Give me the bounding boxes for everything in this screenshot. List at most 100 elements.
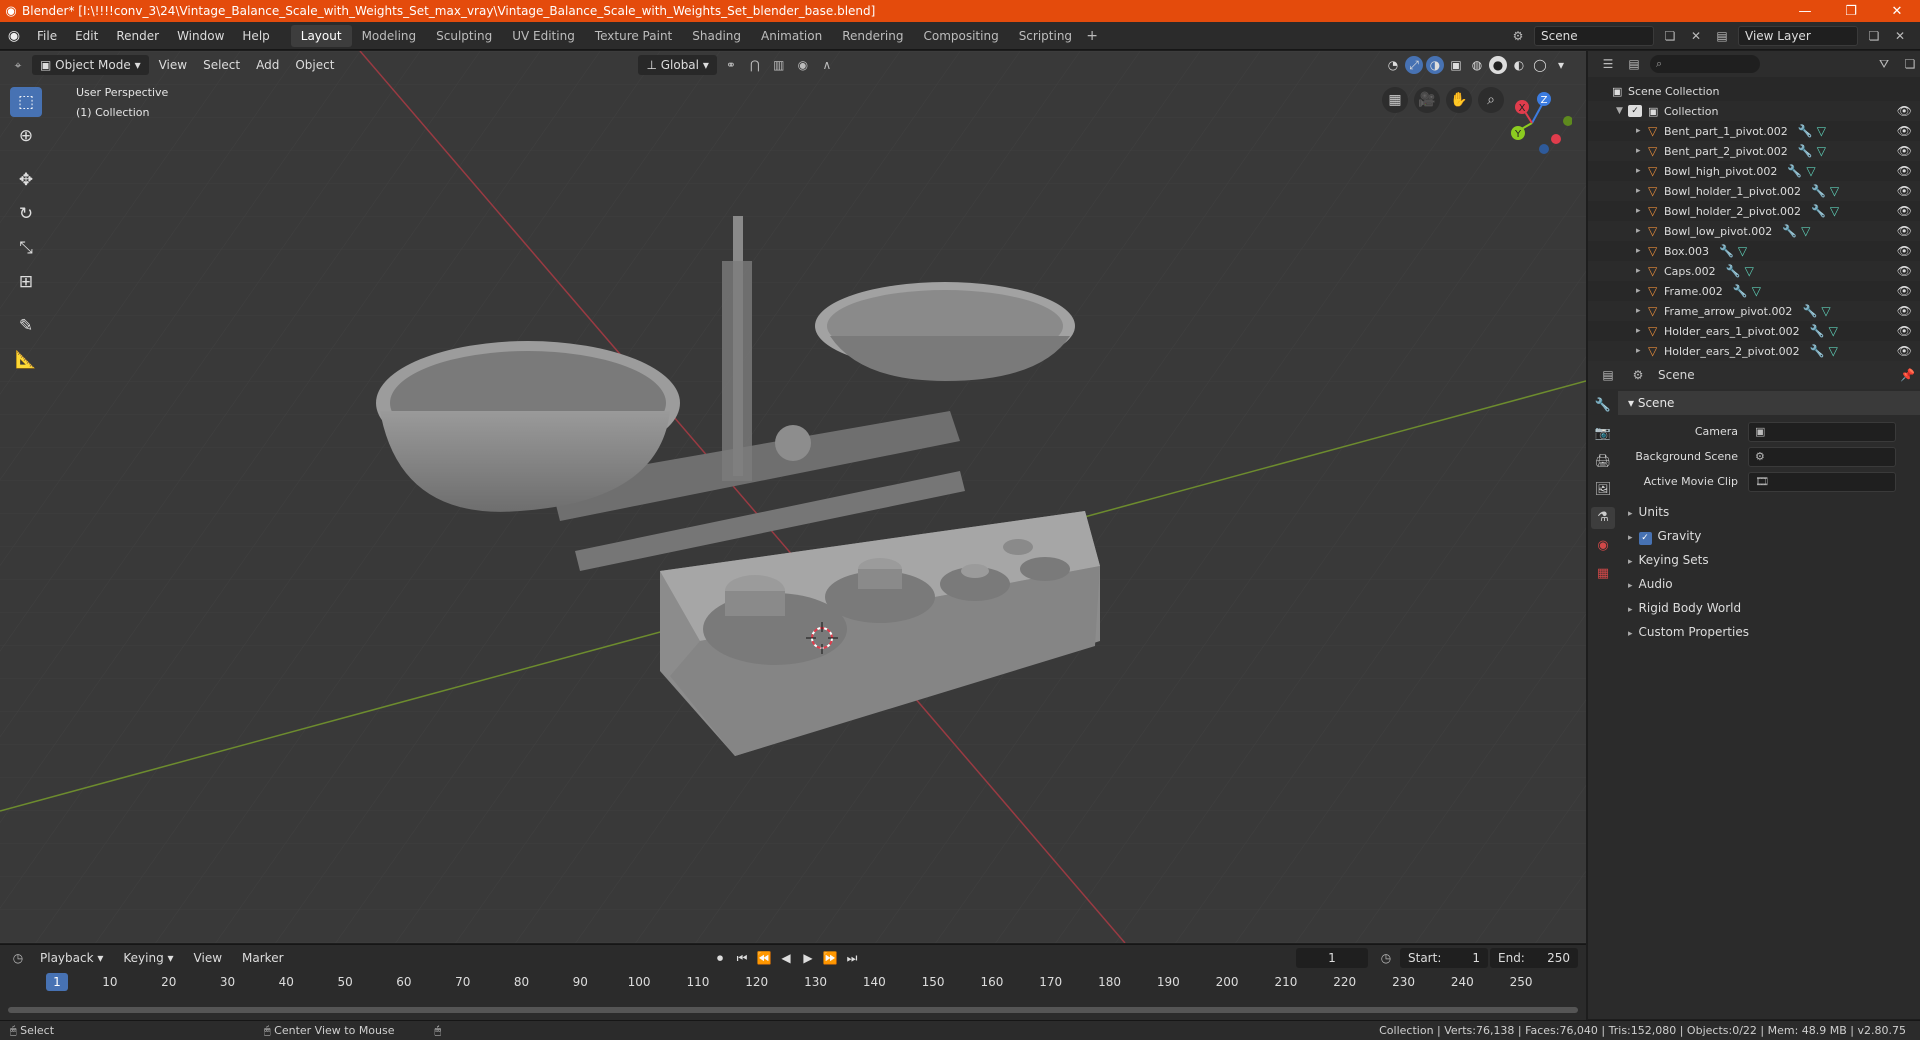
expand-arrow-icon[interactable]: ▸ bbox=[1636, 346, 1648, 356]
start-frame-field[interactable]: Start: 1 bbox=[1400, 948, 1488, 968]
pan-icon[interactable]: ✋ bbox=[1446, 87, 1472, 113]
timeline-ruler[interactable]: 10 20 30 40 50 60 70 80 90 100 110 120 130 140 150 160 1… bbox=[0, 973, 1586, 993]
solid-shading-icon[interactable]: ● bbox=[1489, 56, 1507, 74]
outliner-object-row[interactable]: ▸ ▽ Holder_ears_1_pivot.002 🔧 ▽ 👁 bbox=[1588, 321, 1920, 341]
outliner-object-row[interactable]: ▸ ▽ Caps.002 🔧 ▽ 👁 bbox=[1588, 261, 1920, 281]
visibility-eye-icon[interactable]: 👁 bbox=[1897, 264, 1912, 278]
active-movie-clip-field[interactable]: 🎞 bbox=[1748, 471, 1896, 492]
world-tab-icon[interactable]: ◉ bbox=[1591, 535, 1615, 557]
falloff-icon[interactable]: ∧ bbox=[817, 55, 837, 75]
visibility-eye-icon[interactable]: 👁 bbox=[1897, 104, 1912, 118]
current-frame-field[interactable]: 1 bbox=[1296, 948, 1368, 968]
play-reverse-icon[interactable]: ◀ bbox=[776, 948, 796, 968]
xray-icon[interactable]: ▣ bbox=[1447, 56, 1465, 74]
navigation-gizmo[interactable]: Z Y X bbox=[1492, 81, 1572, 161]
proportional-edit-icon[interactable]: ◉ bbox=[793, 55, 813, 75]
visibility-eye-icon[interactable]: 👁 bbox=[1897, 304, 1912, 318]
gizmo-toggle-icon[interactable]: ⤢ bbox=[1405, 56, 1423, 74]
menu-timeline-view[interactable]: View bbox=[186, 948, 230, 968]
play-icon[interactable]: ▶ bbox=[798, 948, 818, 968]
menu-add[interactable]: Add bbox=[250, 55, 285, 75]
timeline-editor[interactable]: ◷ Playback ▾ Keying ▾ View Marker ⏺ ⏮ ⏪ … bbox=[0, 944, 1586, 1020]
properties-editor-icon[interactable]: ▤ bbox=[1598, 365, 1618, 385]
view-layer-icon[interactable]: ▤ bbox=[1712, 26, 1732, 46]
outliner-object-row[interactable]: ▸ ▽ Bent_part_2_pivot.002 🔧 ▽ 👁 bbox=[1588, 141, 1920, 161]
scene-tab-icon[interactable]: ⚗ bbox=[1591, 507, 1615, 529]
camera-field[interactable]: ▣ bbox=[1748, 421, 1896, 442]
visibility-eye-icon[interactable]: 👁 bbox=[1897, 344, 1912, 358]
snap-icon[interactable]: ⋂ bbox=[745, 55, 765, 75]
expand-arrow-icon[interactable]: ▸ bbox=[1636, 126, 1648, 136]
tab-shading[interactable]: Shading bbox=[682, 25, 751, 47]
blender-menu-icon[interactable]: ◉ bbox=[0, 28, 28, 44]
outliner-search-input[interactable]: ⌕ bbox=[1650, 55, 1760, 73]
scale-tool-icon[interactable]: ⤡ bbox=[10, 233, 42, 263]
measure-tool-icon[interactable]: 📐 bbox=[10, 345, 42, 375]
material-shading-icon[interactable]: ◐ bbox=[1510, 56, 1528, 74]
visibility-eye-icon[interactable]: 👁 bbox=[1897, 244, 1912, 258]
preview-range-icon[interactable]: ◷ bbox=[1376, 948, 1396, 968]
menu-edit[interactable]: Edit bbox=[66, 25, 107, 47]
overlay-toggle-icon[interactable]: ◑ bbox=[1426, 56, 1444, 74]
prev-keyframe-icon[interactable]: ⏪ bbox=[754, 948, 774, 968]
tab-texture-paint[interactable]: Texture Paint bbox=[585, 25, 682, 47]
keying-sets-panel[interactable]: ▸ Keying Sets bbox=[1618, 548, 1920, 572]
delete-view-layer-icon[interactable]: ✕ bbox=[1890, 26, 1910, 46]
tab-uv-editing[interactable]: UV Editing bbox=[502, 25, 585, 47]
expand-arrow-icon[interactable]: ▸ bbox=[1636, 246, 1648, 256]
3d-viewport[interactable]: ⌖ ▣ Object Mode ▾ View Select Add Object… bbox=[0, 51, 1586, 943]
end-frame-field[interactable]: End: 250 bbox=[1490, 948, 1578, 968]
current-frame-marker[interactable]: 1 bbox=[46, 973, 68, 991]
menu-view[interactable]: View bbox=[153, 55, 193, 75]
visibility-eye-icon[interactable]: 👁 bbox=[1897, 284, 1912, 298]
texture-tab-icon[interactable]: ▦ bbox=[1591, 563, 1615, 585]
maximize-button[interactable]: ❐ bbox=[1828, 4, 1874, 19]
jump-start-icon[interactable]: ⏮ bbox=[732, 948, 752, 968]
background-scene-field[interactable]: ⚙ bbox=[1748, 446, 1896, 467]
scene-icon[interactable]: ⚙ bbox=[1508, 26, 1528, 46]
gravity-panel[interactable]: ▸ ✓ Gravity bbox=[1618, 524, 1920, 548]
new-view-layer-icon[interactable]: ❏ bbox=[1864, 26, 1884, 46]
tab-modeling[interactable]: Modeling bbox=[352, 25, 427, 47]
view-layer-tab-icon[interactable]: 🖼 bbox=[1591, 479, 1615, 501]
menu-keying[interactable]: Keying ▾ bbox=[115, 948, 181, 968]
menu-render[interactable]: Render bbox=[107, 25, 168, 47]
visibility-eye-icon[interactable]: 👁 bbox=[1897, 164, 1912, 178]
transform-tool-icon[interactable]: ⊞ bbox=[10, 267, 42, 297]
tab-animation[interactable]: Animation bbox=[751, 25, 832, 47]
expand-arrow-icon[interactable]: ▸ bbox=[1636, 266, 1648, 276]
output-tab-icon[interactable]: 🖨 bbox=[1591, 451, 1615, 473]
next-keyframe-icon[interactable]: ⏩ bbox=[820, 948, 840, 968]
snap-target-icon[interactable]: ▥ bbox=[769, 55, 789, 75]
display-mode-icon[interactable]: ▤ bbox=[1624, 54, 1644, 74]
menu-file[interactable]: File bbox=[28, 25, 66, 47]
filter-icon[interactable]: ⛛ bbox=[1874, 54, 1894, 74]
expand-arrow-icon[interactable]: ▼ bbox=[1616, 106, 1628, 116]
menu-object[interactable]: Object bbox=[289, 55, 340, 75]
new-scene-icon[interactable]: ❏ bbox=[1660, 26, 1680, 46]
tab-sculpting[interactable]: Sculpting bbox=[426, 25, 502, 47]
timeline-editor-icon[interactable]: ◷ bbox=[8, 948, 28, 968]
collection-checkbox[interactable]: ✓ bbox=[1628, 105, 1642, 117]
menu-playback[interactable]: Playback ▾ bbox=[32, 948, 111, 968]
select-box-tool-icon[interactable]: ⬚ bbox=[10, 87, 42, 117]
expand-arrow-icon[interactable]: ▸ bbox=[1636, 326, 1648, 336]
tab-scripting[interactable]: Scripting bbox=[1009, 25, 1082, 47]
tab-compositing[interactable]: Compositing bbox=[913, 25, 1008, 47]
expand-arrow-icon[interactable]: ▸ bbox=[1636, 186, 1648, 196]
outliner-object-row[interactable]: ▸ ▽ Bent_part_1_pivot.002 🔧 ▽ 👁 bbox=[1588, 121, 1920, 141]
outliner-object-row[interactable]: ▸ ▽ Bowl_high_pivot.002 🔧 ▽ 👁 bbox=[1588, 161, 1920, 181]
visibility-eye-icon[interactable]: 👁 bbox=[1897, 144, 1912, 158]
outliner-object-row[interactable]: ▸ ▽ Bowl_holder_1_pivot.002 🔧 ▽ 👁 bbox=[1588, 181, 1920, 201]
outliner-object-row[interactable]: ▸ ▽ Frame.002 🔧 ▽ 👁 bbox=[1588, 281, 1920, 301]
expand-arrow-icon[interactable]: ▸ bbox=[1636, 166, 1648, 176]
outliner-object-row[interactable]: ▸ ▽ Box.003 🔧 ▽ 👁 bbox=[1588, 241, 1920, 261]
menu-window[interactable]: Window bbox=[168, 25, 233, 47]
render-tab-icon[interactable]: 📷 bbox=[1591, 423, 1615, 445]
visibility-eye-icon[interactable]: 👁 bbox=[1897, 184, 1912, 198]
wireframe-shading-icon[interactable]: ◍ bbox=[1468, 56, 1486, 74]
expand-arrow-icon[interactable]: ▸ bbox=[1636, 226, 1648, 236]
visibility-eye-icon[interactable]: 👁 bbox=[1897, 124, 1912, 138]
annotate-tool-icon[interactable]: ✎ bbox=[10, 311, 42, 341]
add-workspace-icon[interactable]: + bbox=[1082, 28, 1102, 44]
